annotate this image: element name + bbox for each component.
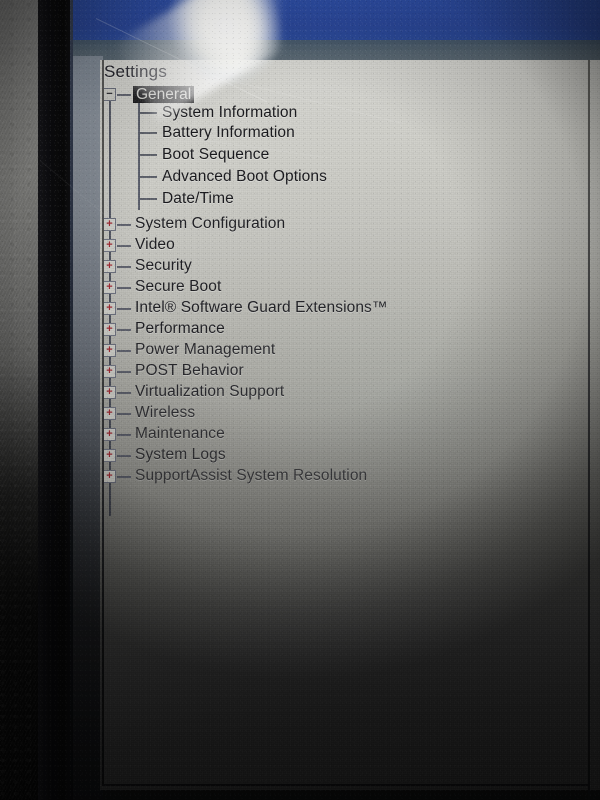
laptop-bezel — [38, 0, 74, 800]
tree-connector — [140, 176, 157, 178]
panel-bottom-border — [102, 784, 590, 786]
sidebar-item-label: System Information — [162, 104, 298, 121]
wall-background — [0, 0, 40, 800]
plus-box-icon[interactable]: + — [103, 281, 116, 294]
sidebar-item-label: Virtualization Support — [135, 383, 285, 400]
tree-connector — [117, 455, 131, 457]
plus-box-icon[interactable]: + — [103, 218, 116, 231]
sidebar-item-label: Advanced Boot Options — [162, 168, 327, 185]
tree-connector — [117, 413, 131, 415]
tree-connector — [117, 371, 131, 373]
sidebar-item-label: Maintenance — [135, 425, 225, 442]
settings-tree: Settings − General System Information Ba… — [100, 60, 600, 790]
sidebar-item-label: Security — [135, 257, 192, 274]
sidebar-item-label: Date/Time — [162, 190, 234, 207]
tree-connector — [140, 198, 157, 200]
tree-connector — [140, 112, 157, 114]
tree-connector — [117, 329, 131, 331]
tree-connector — [117, 245, 131, 247]
settings-panel: Settings − General System Information Ba… — [100, 60, 600, 790]
sidebar-item-label: SupportAssist System Resolution — [135, 467, 368, 484]
sidebar-item-general[interactable]: General — [133, 86, 195, 103]
plus-box-icon[interactable]: + — [103, 386, 116, 399]
tree-connector — [117, 308, 131, 310]
plus-box-icon[interactable]: + — [103, 302, 116, 315]
tree-connector — [140, 154, 157, 156]
plus-box-icon[interactable]: + — [103, 470, 116, 483]
sidebar-item-label: Intel® Software Guard Extensions™ — [135, 299, 388, 316]
tree-connector — [117, 287, 131, 289]
screen-left-margin — [73, 56, 103, 800]
sidebar-item-label: System Configuration — [135, 215, 286, 232]
plus-box-icon[interactable]: + — [103, 407, 116, 420]
tree-connector — [117, 266, 131, 268]
sidebar-item-label: Power Management — [135, 341, 276, 358]
plus-box-icon[interactable]: + — [103, 344, 116, 357]
page-title: Settings — [104, 62, 168, 81]
tree-connector — [117, 350, 131, 352]
sidebar-item-label: Performance — [135, 320, 225, 337]
panel-right-border — [588, 60, 590, 800]
minus-box-icon[interactable]: − — [103, 88, 116, 101]
sidebar-item-label: Boot Sequence — [162, 146, 270, 163]
sidebar-item-label: System Logs — [135, 446, 226, 463]
sidebar-item-label: General — [136, 86, 192, 103]
sidebar-item-label: Battery Information — [162, 124, 295, 141]
sidebar-item-label: Secure Boot — [135, 278, 222, 295]
plus-box-icon[interactable]: + — [103, 260, 116, 273]
sidebar-item-label: POST Behavior — [135, 362, 244, 379]
sidebar-item-label: Video — [135, 236, 175, 253]
plus-box-icon[interactable]: + — [103, 449, 116, 462]
plus-box-icon[interactable]: + — [103, 323, 116, 336]
bios-header-band — [73, 0, 600, 44]
plus-box-icon[interactable]: + — [103, 239, 116, 252]
tree-connector — [140, 132, 157, 134]
tree-connector — [117, 94, 131, 96]
tree-connector — [117, 476, 131, 478]
tree-connector — [117, 434, 131, 436]
photographed-laptop-screen: Settings − General System Information Ba… — [0, 0, 600, 800]
plus-box-icon[interactable]: + — [103, 428, 116, 441]
sidebar-item-label: Wireless — [135, 404, 196, 421]
tree-connector — [117, 224, 131, 226]
panel-left-border — [102, 60, 104, 786]
wall-texture — [0, 0, 40, 800]
plus-box-icon[interactable]: + — [103, 365, 116, 378]
tree-connector — [117, 392, 131, 394]
